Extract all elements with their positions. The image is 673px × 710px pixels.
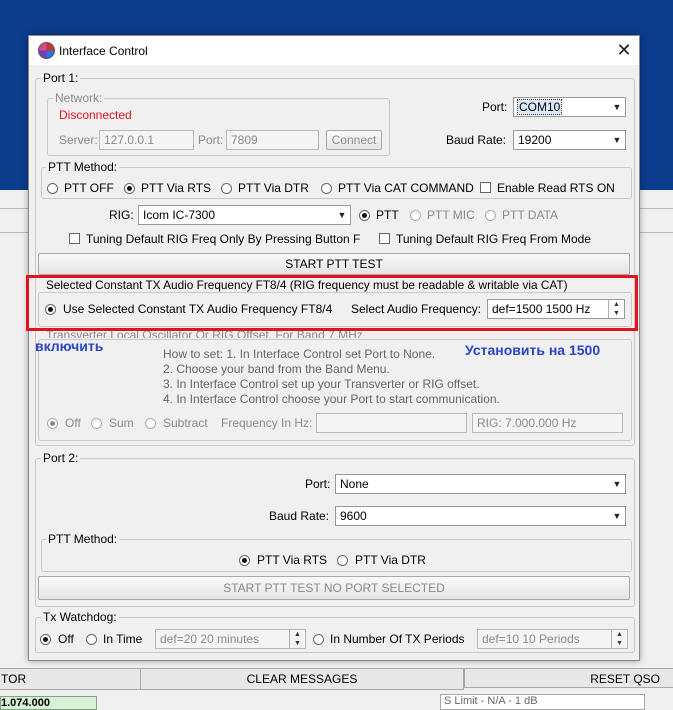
ptt-cat-radio[interactable]: [321, 183, 332, 194]
annotation-enable: включить: [35, 338, 104, 354]
rig-frequency-display: RIG: 7.000.000 Hz: [472, 413, 623, 433]
title-bar: Interface Control ✕: [29, 36, 639, 65]
rig-label: RIG:: [109, 208, 134, 222]
connect-button[interactable]: Connect: [326, 130, 382, 150]
port2-start-ptt-button[interactable]: START PTT TEST NO PORT SELECTED: [38, 576, 630, 600]
spinner-arrows-icon[interactable]: ▲ ▼: [289, 630, 305, 648]
ptt-dtr-radio[interactable]: [221, 183, 232, 194]
tuning-button-label: Tuning Default RIG Freq Only By Pressing…: [86, 232, 361, 246]
ptt-rts-label: PTT Via RTS: [141, 181, 212, 195]
rig-ptt-data-radio[interactable]: [485, 210, 496, 221]
tuning-button-checkbox[interactable]: [69, 233, 80, 244]
baud-rate-select[interactable]: 19200 ▼: [513, 130, 626, 150]
server-label: Server:: [59, 133, 98, 147]
close-icon[interactable]: ✕: [613, 39, 635, 61]
ptt-dtr-label: PTT Via DTR: [238, 181, 309, 195]
connection-status: Disconnected: [59, 108, 132, 122]
chevron-down-icon: ▼: [337, 210, 347, 220]
rig-ptt-label: PTT: [376, 208, 399, 222]
app-icon: [38, 42, 55, 59]
transverter-subtract-radio[interactable]: [145, 418, 156, 429]
network-label: Network:: [53, 91, 105, 105]
chevron-down-icon: ▼: [612, 102, 622, 112]
port2-ptt-dtr-radio[interactable]: [337, 555, 348, 566]
transverter-subtract-label: Subtract: [163, 416, 208, 430]
enable-read-rts-checkbox[interactable]: [480, 182, 491, 193]
howto-line-4: 4. In Interface Control choose your Port…: [163, 392, 500, 406]
transverter-off-radio[interactable]: [47, 418, 58, 429]
ptt-method-label: PTT Method:: [46, 160, 120, 174]
frequency-hz-label: Frequency In Hz:: [221, 416, 313, 430]
port2-ptt-group: [41, 539, 632, 572]
ptt-off-label: PTT OFF: [64, 181, 114, 195]
watchdog-time-label: In Time: [103, 632, 143, 646]
howto-line-1: How to set: 1. In Interface Control set …: [163, 347, 436, 361]
port-label: Port:: [482, 100, 508, 114]
rig-select[interactable]: Icom IC-7300 ▼: [138, 205, 351, 225]
watchdog-time-value: def=20 20 minutes: [160, 632, 260, 646]
transverter-off-label: Off: [65, 416, 81, 430]
network-port-label: Port:: [198, 133, 224, 147]
port2-baud-value: 9600: [340, 509, 367, 523]
port1-label: Port 1:: [41, 71, 81, 85]
clear-messages-button[interactable]: CLEAR MESSAGES: [140, 668, 464, 690]
baud-rate-label: Baud Rate:: [446, 133, 507, 147]
spinner-arrows-icon[interactable]: ▲ ▼: [611, 630, 627, 648]
network-port-input[interactable]: 7809: [226, 130, 319, 150]
rig-ptt-mic-radio[interactable]: [410, 210, 421, 221]
port2-baud-label: Baud Rate:: [269, 509, 330, 523]
rig-select-value: Icom IC-7300: [143, 208, 216, 222]
rig-ptt-radio[interactable]: [359, 210, 370, 221]
howto-line-3: 3. In Interface Control set up your Tran…: [163, 377, 480, 391]
baud-rate-value: 19200: [518, 133, 552, 147]
watchdog-off-radio[interactable]: [40, 634, 51, 645]
port2-ptt-label: PTT Method:: [46, 532, 120, 546]
background-tab-tor[interactable]: TOR: [0, 668, 142, 690]
ptt-cat-label: PTT Via CAT COMMAND: [338, 181, 474, 195]
tx-watchdog-label: Tx Watchdog:: [41, 610, 119, 624]
chevron-down-icon: ▼: [612, 135, 622, 145]
server-input[interactable]: 127.0.0.1: [99, 130, 194, 150]
port2-port-select[interactable]: None ▼: [335, 474, 626, 494]
watchdog-periods-label: In Number Of TX Periods: [330, 632, 465, 646]
window-title: Interface Control: [59, 44, 148, 58]
howto-line-2: 2. Choose your band from the Band Menu.: [163, 362, 390, 376]
reset-qso-button[interactable]: RESET QSO: [464, 668, 673, 688]
watchdog-periods-radio[interactable]: [313, 634, 324, 645]
port2-port-value: None: [340, 477, 369, 491]
tuning-mode-label: Tuning Default RIG Freq From Mode: [396, 232, 591, 246]
port2-ptt-rts-label: PTT Via RTS: [257, 553, 328, 567]
ptt-rts-radio[interactable]: [124, 183, 135, 194]
watchdog-off-label: Off: [58, 632, 74, 646]
chevron-down-icon: ▼: [612, 479, 622, 489]
background-s-limit-field: S Limit - N/A - 1 dB: [440, 694, 645, 710]
watchdog-time-radio[interactable]: [86, 634, 97, 645]
port2-port-label: Port:: [305, 477, 331, 491]
rig-ptt-mic-label: PTT MIC: [427, 208, 475, 222]
ptt-off-radio[interactable]: [47, 183, 58, 194]
port-select[interactable]: COM10 ▼: [513, 97, 626, 117]
background-frequency-display: 1.074.000: [0, 696, 97, 710]
rig-ptt-data-label: PTT DATA: [502, 208, 559, 222]
watchdog-periods-value: def=10 10 Periods: [482, 632, 580, 646]
tuning-mode-checkbox[interactable]: [379, 233, 390, 244]
transverter-sum-label: Sum: [109, 416, 134, 430]
transverter-sum-radio[interactable]: [91, 418, 102, 429]
watchdog-time-spinner[interactable]: def=20 20 minutes ▲ ▼: [155, 629, 306, 649]
annotation-set-1500: Установить на 1500: [465, 342, 601, 358]
highlight-box: [26, 275, 638, 331]
chevron-down-icon: ▼: [612, 511, 622, 521]
enable-read-rts-label: Enable Read RTS ON: [497, 181, 615, 195]
start-ptt-test-button[interactable]: START PTT TEST: [38, 253, 630, 275]
port2-ptt-rts-radio[interactable]: [239, 555, 250, 566]
port2-ptt-dtr-label: PTT Via DTR: [355, 553, 426, 567]
frequency-hz-input[interactable]: [316, 413, 467, 433]
port2-baud-select[interactable]: 9600 ▼: [335, 506, 626, 526]
watchdog-periods-spinner[interactable]: def=10 10 Periods ▲ ▼: [477, 629, 628, 649]
port2-label: Port 2:: [41, 451, 81, 465]
port-select-value: COM10: [516, 99, 563, 115]
